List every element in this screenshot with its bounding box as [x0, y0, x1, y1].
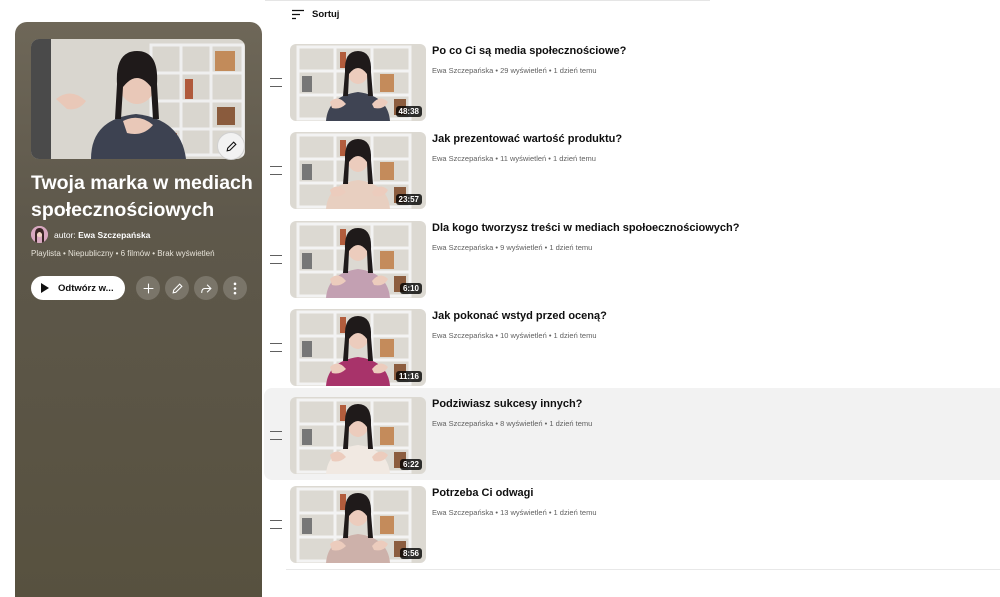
- video-meta: Ewa Szczepańska • 13 wyświetleń • 1 dzie…: [432, 508, 597, 517]
- playlist-video-row[interactable]: 48:38 Po co Ci są media społecznościowe? E…: [264, 44, 1000, 132]
- drag-handle-icon[interactable]: [270, 343, 282, 352]
- video-duration: 23:57: [395, 194, 422, 205]
- edit-playlist-button[interactable]: [165, 276, 189, 300]
- playlist-title: Twoja marka w mediach społecznościowych: [31, 172, 253, 221]
- video-duration: 8:56: [399, 548, 422, 559]
- video-title[interactable]: Potrzeba Ci odwagi: [432, 487, 533, 499]
- playlist-thumbnail[interactable]: [31, 39, 245, 159]
- sort-icon: [292, 9, 304, 20]
- drag-handle-icon[interactable]: [270, 431, 282, 440]
- video-thumbnail[interactable]: 8:56: [290, 486, 426, 563]
- playlist-meta: Playlista • Niepubliczny • 6 filmów • Br…: [31, 249, 215, 258]
- pencil-icon: [225, 140, 237, 152]
- video-meta: Ewa Szczepańska • 29 wyświetleń • 1 dzie…: [432, 66, 597, 75]
- video-meta: Ewa Szczepańska • 11 wyświetleń • 1 dzie…: [432, 154, 596, 163]
- video-meta: Ewa Szczepańska • 9 wyświetleń • 1 dzień…: [432, 243, 593, 252]
- author-name[interactable]: Ewa Szczepańska: [78, 230, 150, 240]
- playlist-actions: Odtwórz w...: [31, 276, 247, 300]
- video-title[interactable]: Podziwiasz sukcesy innych?: [432, 398, 582, 410]
- drag-handle-icon[interactable]: [270, 166, 282, 175]
- playlist-author[interactable]: autor: Ewa Szczepańska: [31, 226, 150, 243]
- drag-handle-icon[interactable]: [270, 255, 282, 264]
- play-all-button[interactable]: Odtwórz w...: [31, 276, 125, 300]
- more-options-button[interactable]: [223, 276, 247, 300]
- video-thumbnail[interactable]: 23:57: [290, 132, 426, 209]
- top-divider: [265, 0, 710, 1]
- sort-button[interactable]: Sortuj: [291, 9, 339, 20]
- video-duration: 6:10: [399, 283, 422, 294]
- edit-thumbnail-button[interactable]: [217, 132, 245, 160]
- pencil-icon: [171, 282, 183, 294]
- video-duration: 48:38: [395, 106, 422, 117]
- playlist-header-panel: Twoja marka w mediach społecznościowych …: [15, 22, 262, 597]
- playlist-thumbnail-image: [31, 39, 245, 159]
- more-vertical-icon: [233, 282, 237, 294]
- sort-label: Sortuj: [312, 9, 340, 20]
- author-prefix: autor:: [54, 229, 76, 240]
- video-title[interactable]: Jak prezentować wartość produktu?: [432, 133, 622, 145]
- video-title[interactable]: Dla kogo tworzysz treści w mediach społo…: [432, 222, 739, 234]
- video-title[interactable]: Jak pokonać wstyd przed oceną?: [432, 310, 607, 322]
- list-bottom-divider: [286, 569, 1000, 570]
- drag-handle-icon[interactable]: [270, 520, 282, 529]
- avatar-image: [31, 226, 48, 243]
- play-all-label: Odtwórz w...: [58, 282, 114, 294]
- playlist-video-row[interactable]: 6:10 Dla kogo tworzysz treści w mediach s…: [264, 221, 1000, 309]
- share-icon: [201, 283, 212, 293]
- video-thumbnail[interactable]: 48:38: [290, 44, 426, 121]
- play-icon: [41, 283, 49, 293]
- playlist-video-row[interactable]: 23:57 Jak prezentować wartość produktu? Ew…: [264, 132, 1000, 220]
- add-to-playlist-button[interactable]: [136, 276, 160, 300]
- video-thumbnail[interactable]: 11:16: [290, 309, 426, 386]
- share-button[interactable]: [194, 276, 218, 300]
- drag-handle-icon[interactable]: [270, 78, 282, 87]
- author-avatar[interactable]: [31, 226, 48, 243]
- playlist-video-row[interactable]: 8:56 Potrzeba Ci odwagi Ewa Szczepańska • …: [264, 486, 1000, 574]
- video-thumbnail[interactable]: 6:22: [290, 397, 426, 474]
- video-meta: Ewa Szczepańska • 8 wyświetleń • 1 dzień…: [432, 419, 593, 428]
- video-meta: Ewa Szczepańska • 10 wyświetleń • 1 dzie…: [432, 331, 597, 340]
- video-title[interactable]: Po co Ci są media społecznościowe?: [432, 45, 626, 57]
- video-thumbnail[interactable]: 6:10: [290, 221, 426, 298]
- plus-icon: [143, 283, 153, 293]
- video-duration: 6:22: [399, 459, 422, 470]
- video-duration: 11:16: [395, 371, 422, 382]
- playlist-video-row[interactable]: 11:16 Jak pokonać wstyd przed oceną? Ewa S…: [264, 309, 1000, 397]
- playlist-video-row[interactable]: 6:22 Podziwiasz sukcesy innych? Ewa Szczep…: [264, 388, 1000, 480]
- author-label: autor: Ewa Szczepańska: [54, 230, 150, 240]
